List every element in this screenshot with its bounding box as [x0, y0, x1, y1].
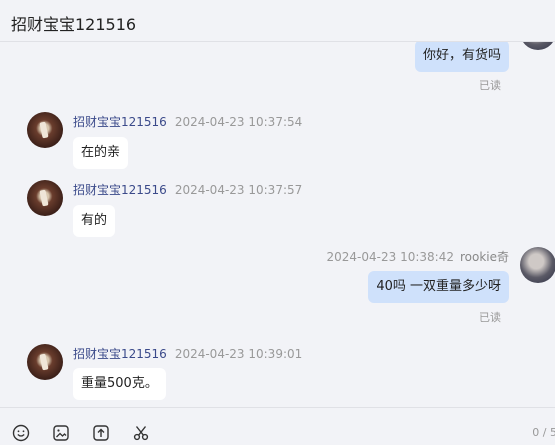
- input-toolbar: 0 / 5: [0, 407, 555, 445]
- sender-name[interactable]: 招财宝宝121516: [73, 347, 167, 361]
- timestamp: 2024-04-23 10:38:42: [326, 250, 454, 264]
- scissors-icon[interactable]: [132, 424, 150, 442]
- message-bubble: 在的亲: [73, 137, 129, 169]
- read-status: 已读: [479, 79, 501, 92]
- upload-icon[interactable]: [92, 424, 110, 442]
- message-meta: 招财宝宝121516 2024-04-23 10:39:01: [73, 345, 302, 362]
- chat-header: 招财宝宝121516: [0, 0, 555, 42]
- chat-title: 招财宝宝121516: [11, 15, 137, 34]
- message-bubble: 有的: [73, 205, 116, 237]
- char-counter: 0 / 5: [532, 426, 555, 439]
- emoji-icon[interactable]: [12, 424, 30, 442]
- timestamp: 2024-04-23 10:37:57: [174, 183, 303, 197]
- message-meta: 招财宝宝121516 2024-04-23 10:37:57: [73, 181, 302, 198]
- avatar[interactable]: [520, 42, 555, 50]
- message-bubble: 40吗 一双重量多少呀: [368, 271, 509, 303]
- message-list[interactable]: 你好，有货吗 已读 招财宝宝121516 2024-04-23 10:37:54 …: [0, 42, 555, 407]
- avatar[interactable]: [27, 112, 63, 148]
- avatar[interactable]: [27, 180, 63, 216]
- timestamp: 2024-04-23 10:39:01: [174, 347, 303, 361]
- avatar[interactable]: [520, 247, 555, 283]
- message-meta: 2024-04-23 10:38:42 rookie奇: [327, 248, 509, 265]
- message-bubble: 重量500克。: [73, 368, 166, 400]
- sender-name[interactable]: 招财宝宝121516: [73, 183, 167, 197]
- message-meta: 招财宝宝121516 2024-04-23 10:37:54: [73, 113, 302, 130]
- timestamp: 2024-04-23 10:37:54: [174, 115, 303, 129]
- read-status: 已读: [479, 311, 501, 324]
- avatar[interactable]: [27, 344, 63, 380]
- sender-name[interactable]: 招财宝宝121516: [73, 115, 167, 129]
- message-bubble: 你好，有货吗: [414, 42, 509, 72]
- image-icon[interactable]: [52, 424, 70, 442]
- sender-name: rookie奇: [459, 250, 509, 264]
